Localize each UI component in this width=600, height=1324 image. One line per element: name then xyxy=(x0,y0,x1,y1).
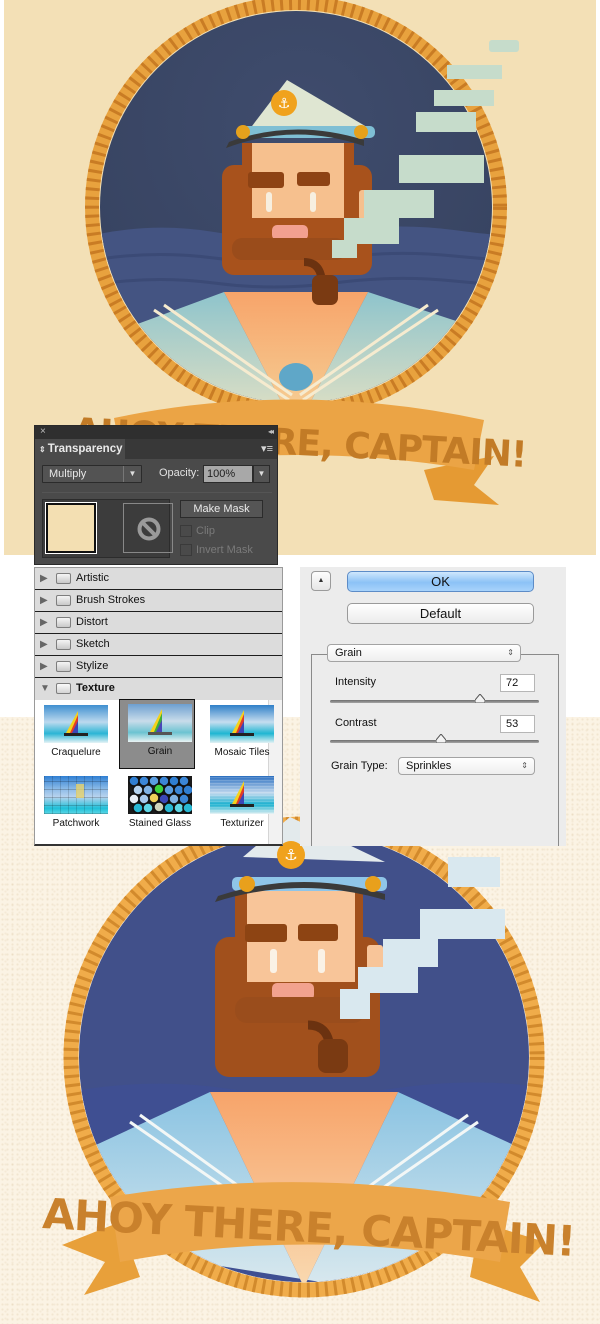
neckerchief-knot xyxy=(279,363,313,391)
filter-patchwork[interactable]: Patchwork xyxy=(35,772,111,840)
pipe xyxy=(318,1039,348,1073)
contrast-input[interactable]: 53 xyxy=(500,715,535,733)
transparency-panel: × ◂◂ ⇕ Transparency ▾≡ Multiply ▼ Opacity… xyxy=(34,425,278,565)
folder-icon xyxy=(56,661,71,672)
category-texture[interactable]: ▼ Texture xyxy=(35,678,282,700)
no-mask-icon xyxy=(137,517,161,541)
clip-label: Clip xyxy=(196,525,215,537)
filter-select[interactable]: Grain ⇕ xyxy=(327,644,521,662)
opacity-dropdown-button[interactable]: ▼ xyxy=(253,465,270,483)
invert-mask-label: Invert Mask xyxy=(196,544,253,556)
collapse-panel-icon[interactable]: ◂◂ xyxy=(268,426,274,438)
disclosure-triangle-open-icon: ▼ xyxy=(40,683,50,694)
category-sketch[interactable]: ▶ Sketch xyxy=(35,634,282,656)
mustache xyxy=(232,238,346,260)
folder-icon xyxy=(56,595,71,606)
blend-mode-value: Multiply xyxy=(49,468,87,480)
default-button[interactable]: Default xyxy=(347,603,534,624)
slider-thumb[interactable] xyxy=(475,694,486,703)
disclosure-triangle-icon: ▶ xyxy=(40,639,48,650)
slider-track xyxy=(330,740,539,743)
clip-checkbox[interactable]: Clip xyxy=(180,524,270,538)
eyebrow-right xyxy=(298,924,338,941)
grain-type-label: Grain Type: xyxy=(331,760,388,772)
open-folder-icon xyxy=(56,683,71,694)
grain-preview xyxy=(128,704,192,742)
eyebrow-left xyxy=(245,924,287,942)
make-mask-button[interactable]: Make Mask xyxy=(180,500,263,518)
chevron-down-icon: ▼ xyxy=(123,466,141,482)
disclosure-triangle-icon: ▶ xyxy=(40,573,48,584)
folder-icon xyxy=(56,617,71,628)
filter-select-value: Grain xyxy=(335,647,362,659)
contrast-slider[interactable] xyxy=(330,734,539,746)
updown-arrows-icon: ⇕ xyxy=(521,761,528,770)
filter-grain[interactable]: Grain xyxy=(119,699,195,769)
filter-mosaic-tiles[interactable]: Mosaic Tiles xyxy=(201,701,277,769)
ok-button[interactable]: OK xyxy=(347,571,534,592)
grain-type-value: Sprinkles xyxy=(406,760,452,772)
folder-icon xyxy=(56,573,71,584)
divider xyxy=(42,492,272,493)
svg-text:⚓: ⚓ xyxy=(284,846,297,864)
checkbox-box xyxy=(180,544,192,556)
eyebrow-right xyxy=(297,172,330,186)
checkbox-box xyxy=(180,525,192,537)
invert-mask-checkbox[interactable]: Invert Mask xyxy=(180,543,270,557)
updown-arrows-icon: ⇕ xyxy=(507,648,514,657)
intensity-input[interactable]: 72 xyxy=(500,674,535,692)
svg-text:⚓: ⚓ xyxy=(278,96,291,112)
close-icon[interactable]: × xyxy=(40,426,46,438)
disclosure-triangle-icon: ▶ xyxy=(40,661,48,672)
opacity-input[interactable]: 100% xyxy=(203,465,253,483)
craquelure-preview xyxy=(44,705,108,743)
category-artistic[interactable]: ▶ Artistic xyxy=(35,568,282,590)
nose xyxy=(272,225,308,240)
disclosure-triangle-icon: ▶ xyxy=(40,595,48,606)
slider-thumb[interactable] xyxy=(435,734,446,743)
stained-glass-preview xyxy=(128,776,192,814)
eyebrow-left xyxy=(248,172,284,188)
tab-transparency[interactable]: ⇕ Transparency xyxy=(35,439,125,459)
patchwork-preview xyxy=(44,776,108,814)
panel-tab-row: ⇕ Transparency ▾≡ xyxy=(35,439,277,459)
updown-arrows-icon: ⇕ xyxy=(39,445,46,454)
pipe xyxy=(312,275,338,305)
collapse-gallery-button[interactable]: ▲ xyxy=(311,571,331,591)
filter-gallery-browser: ▶ Artistic ▶ Brush Strokes ▶ Distort ▶ S… xyxy=(34,567,283,846)
disclosure-triangle-icon: ▶ xyxy=(40,617,48,628)
panel-menu-icon[interactable]: ▾≡ xyxy=(261,442,273,455)
category-brush-strokes[interactable]: ▶ Brush Strokes xyxy=(35,590,282,612)
opacity-label: Opacity: xyxy=(159,467,200,479)
object-thumbnail[interactable] xyxy=(45,502,97,554)
folder-icon xyxy=(56,639,71,650)
filter-craquelure[interactable]: Craquelure xyxy=(35,701,111,769)
tab-label: Transparency xyxy=(47,443,123,455)
category-distort[interactable]: ▶ Distort xyxy=(35,612,282,634)
texturizer-preview xyxy=(210,776,274,814)
thumbnails-area xyxy=(42,499,173,558)
mask-thumbnail[interactable] xyxy=(123,503,173,553)
filter-settings-panel: ▲ OK Default Grain ⇕ Intensity 72 Contra… xyxy=(300,567,566,846)
mosaic-tiles-preview xyxy=(210,705,274,743)
contrast-label: Contrast xyxy=(335,717,377,729)
intensity-label: Intensity xyxy=(335,676,376,688)
slider-track xyxy=(330,700,539,703)
filter-stained-glass[interactable]: Stained Glass xyxy=(119,772,195,840)
blend-mode-dropdown[interactable]: Multiply ▼ xyxy=(42,465,142,483)
texture-filter-grid: Craquelure Grain Mosaic Tiles Patchwork xyxy=(35,699,274,841)
panel-titlebar: × ◂◂ xyxy=(35,426,277,439)
grain-type-select[interactable]: Sprinkles ⇕ xyxy=(398,757,535,775)
filter-texturizer[interactable]: Texturizer xyxy=(201,772,277,840)
intensity-slider[interactable] xyxy=(330,694,539,706)
category-stylize[interactable]: ▶ Stylize xyxy=(35,656,282,678)
